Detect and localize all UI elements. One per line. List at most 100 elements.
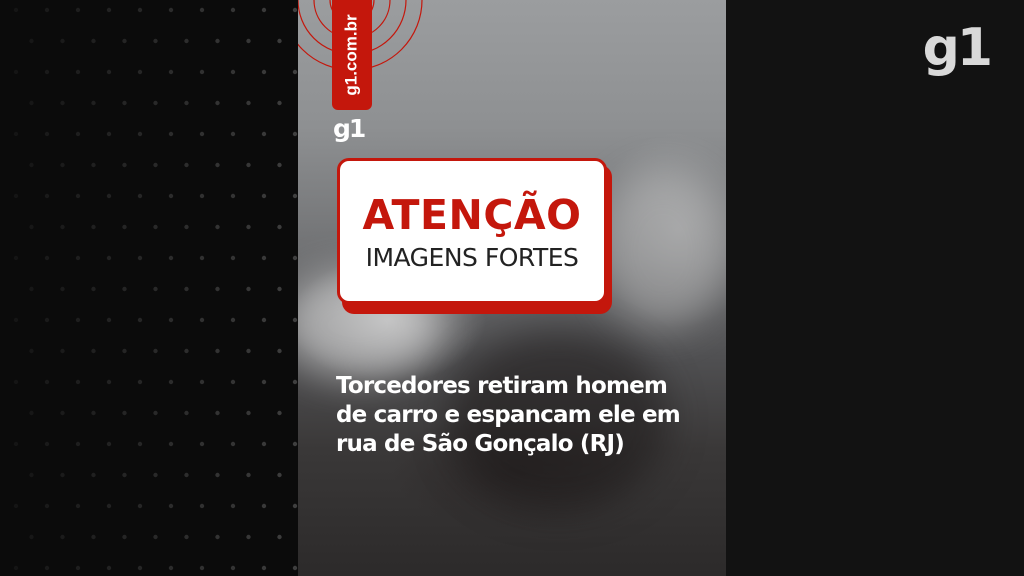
pattern-dot (122, 38, 127, 44)
g1-small-logo: g1 (333, 114, 366, 143)
pattern-dot (292, 317, 298, 323)
pattern-dot (153, 38, 158, 44)
pattern-dot (75, 441, 81, 447)
pattern-dot (75, 255, 81, 261)
pattern-dot (13, 193, 19, 199)
pattern-dot (29, 348, 34, 354)
pattern-dot (13, 69, 19, 75)
pattern-dot (184, 286, 189, 292)
pattern-dot (168, 7, 174, 13)
pattern-dot (230, 193, 236, 199)
pattern-dot (137, 379, 143, 385)
pattern-dot (75, 317, 81, 323)
pattern-dot (44, 255, 50, 261)
pattern-dot (199, 503, 205, 509)
pattern-dot (153, 286, 158, 292)
source-tag-label-wrapper: g1.com.br (332, 0, 372, 110)
pattern-dot (153, 100, 158, 106)
pattern-dot (137, 255, 143, 261)
pattern-dot (60, 348, 65, 354)
pattern-dot (75, 69, 81, 75)
pattern-dot (106, 379, 112, 385)
pattern-dot (29, 100, 34, 106)
pattern-dot (60, 410, 65, 416)
pattern-dot (168, 317, 174, 323)
pattern-dot (75, 193, 81, 199)
pattern-dot (44, 7, 50, 13)
pattern-dot (91, 38, 96, 44)
pattern-dot (277, 38, 282, 44)
pattern-dot (106, 503, 112, 509)
pattern-dot (137, 441, 143, 447)
warning-subtitle: IMAGENS FORTES (365, 243, 579, 272)
pattern-dot (44, 379, 50, 385)
pattern-dot (246, 472, 251, 478)
pattern-dot (292, 503, 298, 509)
pattern-dot (13, 441, 19, 447)
pattern-dot (122, 472, 127, 478)
pattern-dot (230, 379, 236, 385)
pattern-dot (261, 565, 267, 571)
pattern-dot (230, 131, 236, 137)
pattern-dot (13, 379, 19, 385)
pattern-dot (91, 162, 96, 168)
pattern-dot (246, 100, 251, 106)
pattern-dot (184, 38, 189, 44)
pattern-dot (261, 193, 267, 199)
pattern-dot (261, 441, 267, 447)
pattern-dot (60, 286, 65, 292)
pattern-dot (184, 100, 189, 106)
g1-logo: g1 (922, 18, 993, 78)
pattern-dot (122, 162, 127, 168)
dot-pattern (13, 7, 298, 571)
pattern-dot (261, 503, 267, 509)
pattern-dot (215, 286, 220, 292)
pattern-dot (215, 348, 220, 354)
pattern-dot (153, 162, 158, 168)
pattern-dot (91, 348, 96, 354)
pattern-dot (292, 565, 298, 571)
pattern-dot (230, 255, 236, 261)
pattern-dot (277, 472, 282, 478)
pattern-dot (184, 534, 189, 540)
pattern-dot (246, 162, 251, 168)
pattern-dot (122, 224, 127, 230)
pattern-dot (137, 565, 143, 571)
pattern-dot (13, 255, 19, 261)
pattern-dot (29, 162, 34, 168)
pattern-dot (75, 7, 81, 13)
blurred-building (598, 170, 726, 330)
pattern-dot (122, 286, 127, 292)
pattern-dot (153, 472, 158, 478)
pattern-dot (29, 410, 34, 416)
pattern-dot (60, 38, 65, 44)
pattern-dot (215, 38, 220, 44)
pattern-dot (168, 131, 174, 137)
pattern-dot (277, 410, 282, 416)
video-frame: g1.com.br g1 ATENÇÃO IMAGENS FORTES Torc… (298, 0, 726, 576)
pattern-dot (215, 224, 220, 230)
pattern-dot (292, 379, 298, 385)
pattern-dot (277, 286, 282, 292)
pattern-dot (91, 472, 96, 478)
pattern-dot (215, 410, 220, 416)
pattern-dot (199, 193, 205, 199)
video-caption: Torcedores retiram homem de carro e espa… (336, 372, 716, 459)
pattern-dot (230, 441, 236, 447)
warning-title: ATENÇÃO (362, 191, 582, 239)
pattern-dot (215, 534, 220, 540)
pattern-dot (13, 503, 19, 509)
pattern-dot (230, 317, 236, 323)
pattern-dot (168, 255, 174, 261)
pattern-dot (13, 131, 19, 137)
left-dotted-panel (0, 0, 298, 576)
source-tag-label: g1.com.br (342, 14, 361, 96)
pattern-dot (246, 348, 251, 354)
pattern-dot (184, 348, 189, 354)
pattern-dot (261, 69, 267, 75)
pattern-dot (91, 224, 96, 230)
pattern-dot (106, 131, 112, 137)
pattern-dot (29, 38, 34, 44)
pattern-dot (277, 100, 282, 106)
pattern-dot (44, 317, 50, 323)
